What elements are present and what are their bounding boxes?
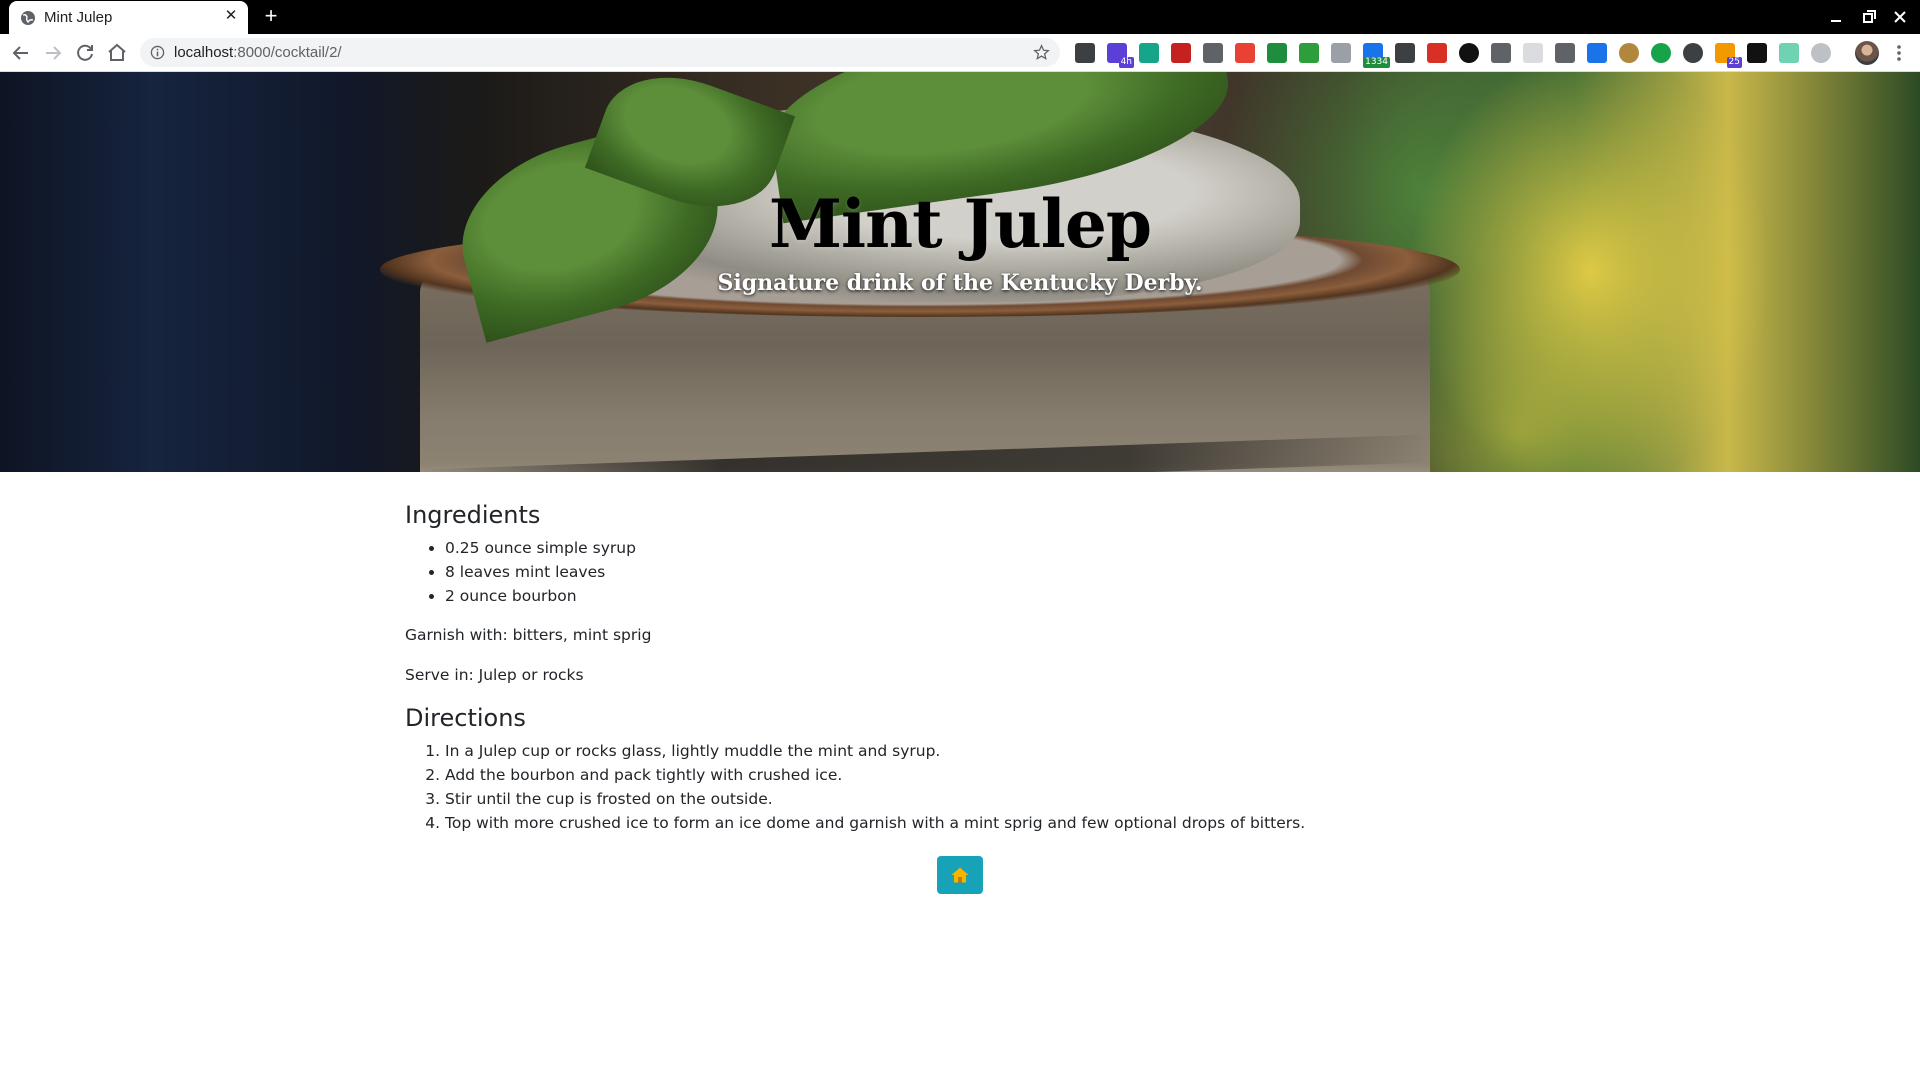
home-icon[interactable] <box>105 41 129 65</box>
clock-icon[interactable] <box>1811 43 1831 63</box>
dark-mode-icon[interactable] <box>1683 43 1703 63</box>
ingredients-heading: Ingredients <box>405 501 541 529</box>
info-icon[interactable] <box>150 45 165 60</box>
directions-heading: Directions <box>405 704 526 732</box>
minimize-icon[interactable] <box>1826 7 1846 27</box>
rainbow-icon[interactable] <box>1267 43 1287 63</box>
vuejs-icon[interactable] <box>1555 43 1575 63</box>
direction-step: Top with more crushed ice to form an ice… <box>445 811 1515 835</box>
ingredients-list: 0.25 ounce simple syrup 8 leaves mint le… <box>445 536 1515 608</box>
bookmark-star-icon[interactable] <box>1033 44 1050 61</box>
globe-icon <box>21 11 35 25</box>
browser-toolbar: localhost:8000/cocktail/2/ 4h 1334 25 <box>0 34 1920 72</box>
direction-step: In a Julep cup or rocks glass, lightly m… <box>445 739 1515 763</box>
hero-banner: Mint Julep Signature drink of the Kentuc… <box>0 72 1920 472</box>
record-icon[interactable] <box>1459 43 1479 63</box>
directions-list: In a Julep cup or rocks glass, lightly m… <box>445 739 1515 835</box>
close-window-icon[interactable] <box>1890 7 1910 27</box>
extension-badge: 1334 <box>1363 57 1390 68</box>
ingredient-item: 0.25 ounce simple syrup <box>445 536 1515 560</box>
restore-icon[interactable] <box>1859 7 1879 27</box>
counter-icon[interactable]: 1334 <box>1363 43 1390 68</box>
highlighter-icon[interactable] <box>1587 43 1607 63</box>
color-wheel-icon[interactable] <box>1235 43 1255 63</box>
home-button[interactable] <box>937 856 983 894</box>
pocket-icon[interactable] <box>1427 43 1447 63</box>
wave-icon[interactable] <box>1779 43 1799 63</box>
tab-close-icon[interactable]: ✕ <box>222 7 240 25</box>
paint-roller-icon[interactable] <box>1491 43 1511 63</box>
ingredient-item: 2 ounce bourbon <box>445 584 1515 608</box>
kebab-menu-icon[interactable] <box>1889 42 1909 64</box>
direction-step: Add the bourbon and pack tightly with cr… <box>445 763 1515 787</box>
new-tab-button[interactable]: + <box>259 4 283 28</box>
printer-icon[interactable] <box>1331 43 1351 63</box>
browser-tab[interactable]: Mint Julep ✕ <box>9 1 248 34</box>
url-text[interactable]: localhost:8000/cocktail/2/ <box>174 44 342 61</box>
url-path: :8000/cocktail/2/ <box>233 44 342 61</box>
extension-badge: 25 <box>1726 57 1742 68</box>
evernote-icon[interactable] <box>1299 43 1319 63</box>
cookie-icon[interactable] <box>1619 43 1639 63</box>
speech-bubble-icon[interactable] <box>1651 43 1671 63</box>
forward-arrow-icon[interactable] <box>41 41 65 65</box>
reload-icon[interactable] <box>73 41 97 65</box>
url-host: localhost <box>174 44 234 61</box>
gnome-icon[interactable] <box>1747 43 1767 63</box>
garnish-text: Garnish with: bitters, mint sprig <box>405 626 652 644</box>
tab-strip: Mint Julep ✕ + <box>0 0 1920 34</box>
back-arrow-icon[interactable] <box>9 41 33 65</box>
rss-icon[interactable]: 25 <box>1715 43 1742 68</box>
tab-title: Mint Julep <box>44 9 113 26</box>
direction-step: Stir until the cup is frosted on the out… <box>445 787 1515 811</box>
cocktail-title: Mint Julep <box>768 185 1152 263</box>
blank-extension-icon[interactable] <box>1523 43 1543 63</box>
extension-badge: 4h <box>1118 57 1134 68</box>
profile-avatar[interactable] <box>1855 41 1879 65</box>
calendar-extension-icon[interactable]: 4h <box>1107 43 1134 68</box>
cocktail-subtitle: Signature drink of the Kentucky Derby. <box>717 270 1203 296</box>
recipe-content: Ingredients 0.25 ounce simple syrup 8 le… <box>405 500 1515 835</box>
gmail-icon[interactable] <box>1171 43 1191 63</box>
notion-icon[interactable] <box>1075 43 1095 63</box>
house-icon <box>951 867 969 883</box>
shield-icon[interactable] <box>1395 43 1415 63</box>
tab-manager-icon[interactable] <box>1139 43 1159 63</box>
address-bar[interactable]: localhost:8000/cocktail/2/ <box>140 38 1060 67</box>
cube-icon[interactable] <box>1203 43 1223 63</box>
ingredient-item: 8 leaves mint leaves <box>445 560 1515 584</box>
serve-in-text: Serve in: Julep or rocks <box>405 666 584 684</box>
